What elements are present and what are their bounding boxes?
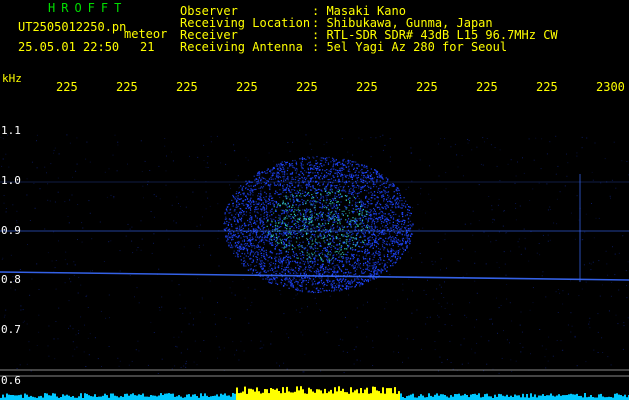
x-tick: 225 (356, 80, 378, 94)
brand-title: HROFFT (48, 1, 128, 15)
x-tick: 225 (476, 80, 498, 94)
x-tick: 2300 (596, 80, 625, 94)
label-antenna: Receiving Antenna (180, 40, 303, 54)
y-tick: 1.1 (1, 124, 21, 137)
value-antenna: : 5el Yagi Az 280 for Seoul (312, 40, 508, 54)
hrofft-window: HROFFT UT2505012250.pn meteor 25.05.01 2… (0, 0, 629, 400)
meteor-echo (0, 134, 629, 374)
filename: UT2505012250.pn (18, 20, 127, 34)
y-tick: 0.6 (1, 374, 21, 387)
y-tick: 0.9 (1, 224, 21, 237)
x-tick: 225 (56, 80, 78, 94)
spectrogram-plot (0, 134, 629, 400)
x-tick: 225 (236, 80, 258, 94)
x-tick: 225 (176, 80, 198, 94)
y-unit-label: kHz (2, 72, 22, 85)
count-label: 21 (140, 40, 155, 54)
x-tick: 225 (296, 80, 318, 94)
y-tick: 0.7 (1, 323, 21, 336)
carrier-lines (0, 174, 629, 377)
x-tick: 225 (116, 80, 138, 94)
spectrum-bar (0, 386, 629, 400)
y-tick: 0.8 (1, 273, 21, 286)
datetime: 25.05.01 22:50 (18, 40, 120, 54)
y-tick: 1.0 (1, 174, 21, 187)
x-tick: 225 (416, 80, 438, 94)
x-tick: 225 (536, 80, 558, 94)
